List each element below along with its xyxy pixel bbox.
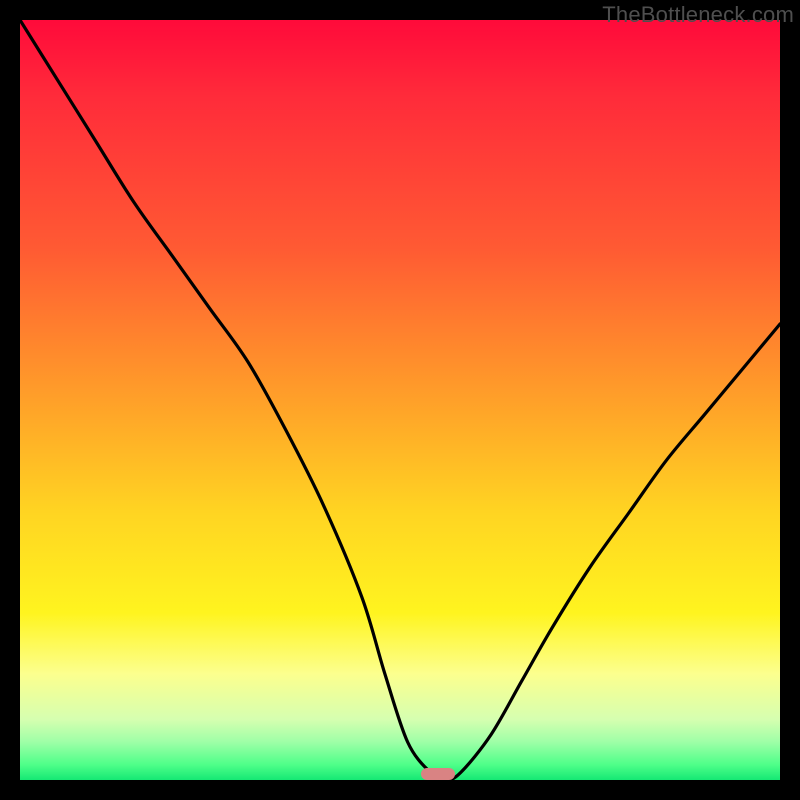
watermark-text: TheBottleneck.com bbox=[602, 2, 794, 28]
chart-frame: TheBottleneck.com bbox=[0, 0, 800, 800]
plot-area bbox=[20, 20, 780, 780]
bottleneck-curve bbox=[20, 20, 780, 780]
minimum-marker bbox=[421, 768, 455, 780]
